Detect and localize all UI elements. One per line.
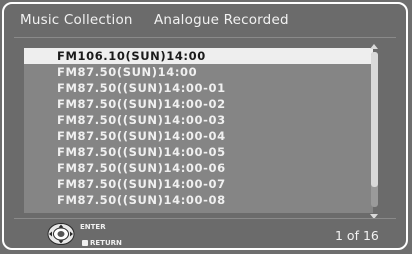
list-item-selected[interactable]: FM106.10(SUN)14:00	[24, 48, 373, 64]
screen-frame: Music Collection Analogue Recorded FM106…	[2, 2, 408, 250]
scroll-up-icon[interactable]	[370, 44, 378, 49]
page-title: Music Collection	[20, 12, 133, 28]
list-item[interactable]: FM87.50((SUN)14:00-02	[24, 96, 373, 112]
page-subtitle: Analogue Recorded	[154, 12, 289, 28]
page-indicator: 1 of 16	[335, 228, 379, 243]
remote-dpad-icon	[46, 222, 76, 246]
header-divider	[14, 37, 396, 38]
list-item[interactable]: FM87.50((SUN)14:00-06	[24, 160, 373, 176]
scroll-thumb[interactable]	[371, 52, 378, 187]
list-item[interactable]: FM87.50((SUN)14:00-01	[24, 80, 373, 96]
list-scrollbar[interactable]	[370, 44, 380, 219]
list-item[interactable]: FM87.50(SUN)14:00	[24, 64, 373, 80]
list-item[interactable]: FM87.50((SUN)14:00-04	[24, 128, 373, 144]
enter-label: ENTER	[80, 223, 106, 231]
list-item[interactable]: FM87.50((SUN)14:00-05	[24, 144, 373, 160]
header: Music Collection Analogue Recorded	[4, 4, 406, 32]
return-label: RETURN	[90, 239, 122, 247]
footer-divider	[14, 218, 396, 219]
list-item[interactable]: FM87.50((SUN)14:00-03	[24, 112, 373, 128]
recording-list: FM106.10(SUN)14:00 FM87.50(SUN)14:00 FM8…	[24, 48, 373, 213]
list-item[interactable]: FM87.50((SUN)14:00-07	[24, 176, 373, 192]
return-square-icon	[82, 240, 88, 246]
list-item[interactable]: FM87.50((SUN)14:00-08	[24, 192, 373, 208]
tv-screen: Music Collection Analogue Recorded FM106…	[0, 0, 412, 254]
